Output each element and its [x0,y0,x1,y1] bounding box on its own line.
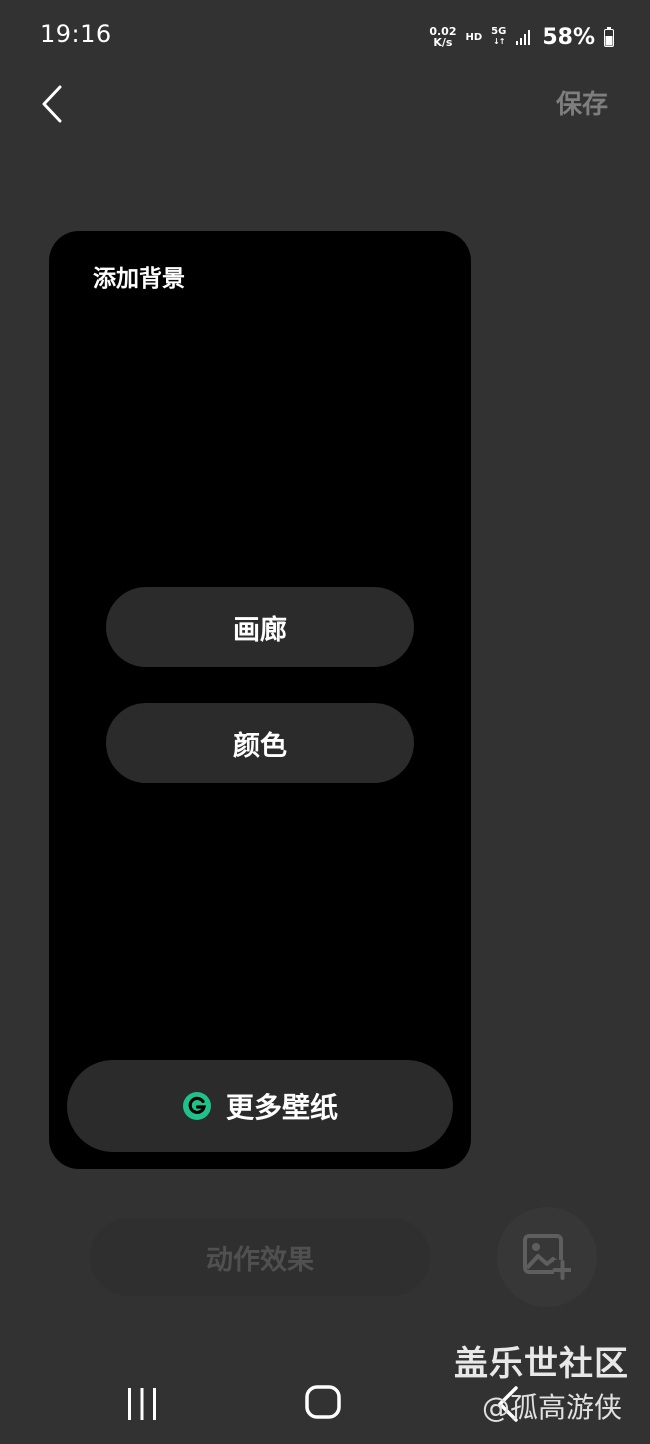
network-speed-unit: K/s [433,36,453,49]
background-preview-card: 添加背景 画廊 颜色 更多壁纸 [49,231,471,1169]
back-button[interactable] [28,78,76,130]
more-wallpapers-label: 更多壁纸 [225,1091,338,1124]
more-wallpapers-button[interactable]: 更多壁纸 [67,1060,453,1152]
network-arrows: ↓↑ [493,37,505,46]
status-bar: 19:16 0.02 K/s HD 5G ↓↑ 58% [0,0,650,72]
status-icons: 0.02 K/s HD 5G ↓↑ 58% [429,20,614,54]
battery-percent: 58% [542,24,595,50]
color-button[interactable]: 颜色 [106,703,414,783]
signal-icon [516,30,531,45]
recents-icon[interactable] [122,1384,162,1424]
galaxy-store-icon [182,1092,211,1120]
save-button[interactable]: 保存 [556,84,608,121]
add-image-button[interactable] [497,1207,597,1307]
card-title: 添加背景 [93,266,185,292]
motion-effect-button[interactable]: 动作效果 [90,1218,430,1296]
watermark-community: 盖乐世社区 [454,1344,629,1384]
network-speed: 0.02 K/s [429,26,456,48]
battery-icon [604,27,614,47]
chevron-left-icon [42,85,62,123]
home-icon[interactable] [303,1382,343,1422]
hd-badge: HD [465,31,483,43]
network-type: 5G ↓↑ [491,27,506,47]
image-add-icon [523,1234,571,1280]
status-time: 19:16 [40,20,112,48]
watermark-author: @孤高游侠 [482,1391,623,1424]
network-type-label: 5G [491,26,507,37]
gallery-button[interactable]: 画廊 [106,587,414,667]
